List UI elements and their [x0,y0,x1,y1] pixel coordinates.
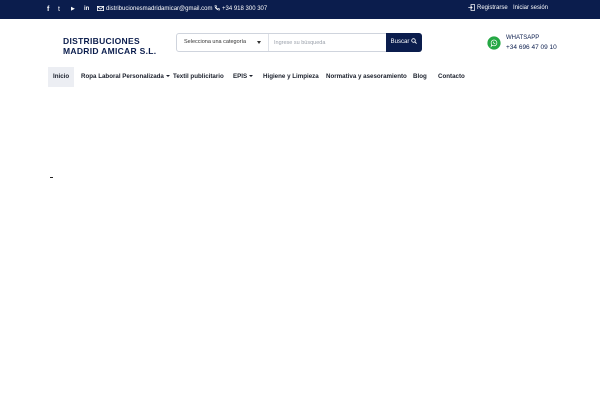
facebook-icon[interactable]: f [47,4,49,15]
nav-label: EPIS [233,73,248,80]
nav-item-blog[interactable]: Blog [413,67,427,87]
nav-label: Ropa Laboral Personalizada [81,73,164,80]
login-icon [468,4,475,11]
whatsapp-icon [487,36,501,50]
nav-label: Textil publicitario [173,73,224,80]
logo-line-2: MADRID AMICAR S.L. [63,45,157,56]
nav-item-normativa[interactable]: Normativa y asesoramiento [326,67,407,87]
whatsapp-label: WHATSAPP [506,35,540,41]
top-bar: f t ▶ in distribucionesmadridamicar@gmai… [0,0,600,19]
search-button[interactable]: Buscar [386,33,422,52]
twitter-icon[interactable]: t [58,4,60,15]
youtube-icon[interactable]: ▶ [71,4,75,15]
search-icon [411,38,418,45]
nav-label: Normativa y asesoramiento [326,73,407,80]
category-select[interactable]: Selecciona una categoría [177,34,269,51]
nav-item-epis[interactable]: EPIS [233,67,254,87]
search-input[interactable] [271,35,383,50]
phone-link[interactable]: +34 918 300 307 [214,4,267,15]
nav-item-contacto[interactable]: Contacto [438,67,465,87]
phone-text: +34 918 300 307 [222,6,268,12]
register-text: Registrarse [477,5,508,11]
linkedin-icon[interactable]: in [84,4,89,15]
category-select-value: Selecciona una categoría [184,39,247,45]
divider-mark [50,177,53,178]
register-link[interactable]: Registrarse [468,3,508,14]
nav-label: Blog [413,73,427,80]
email-text: distribucionesmadridamicar@gmail.com [106,6,213,12]
search-button-label: Buscar [390,39,410,45]
nav-label: Contacto [438,73,465,80]
search-bar: Selecciona una categoría Buscar [176,33,422,52]
whatsapp-phone: +34 696 47 09 10 [506,44,557,51]
nav-item-textil[interactable]: Textil publicitario [173,67,224,87]
login-link[interactable]: Iniciar sesión [513,3,548,14]
phone-icon [214,5,220,11]
caret-down-icon [249,75,254,78]
nav-item-ropa-laboral[interactable]: Ropa Laboral Personalizada [81,67,170,87]
email-link[interactable]: distribucionesmadridamicar@gmail.com [97,4,212,15]
nav-label: Inicio [53,73,70,80]
caret-down-icon [165,75,170,78]
caret-down-icon [257,41,261,44]
site-logo[interactable]: DISTRIBUCIONES MADRID AMICAR S.L. [63,36,157,56]
nav-item-higiene[interactable]: Higiene y Limpieza [263,67,319,87]
nav-label: Higiene y Limpieza [263,73,319,80]
nav-item-inicio[interactable]: Inicio [48,67,75,87]
envelope-icon [97,5,104,11]
